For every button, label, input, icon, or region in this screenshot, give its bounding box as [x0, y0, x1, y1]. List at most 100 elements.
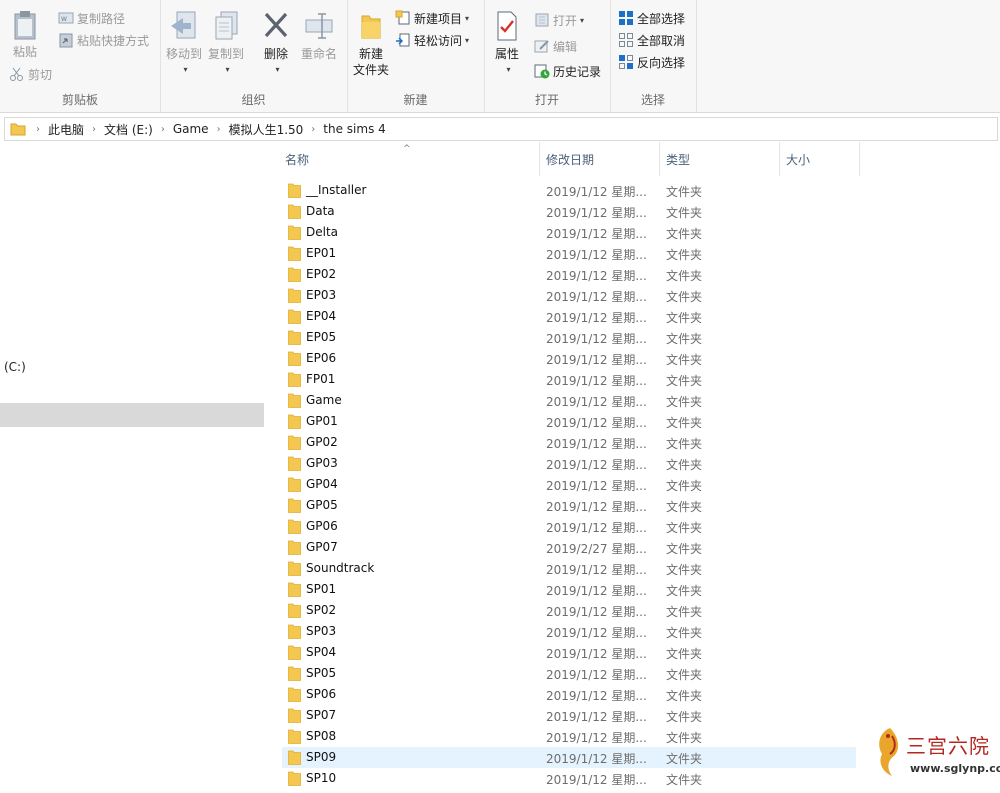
- open-button[interactable]: 打开 ▾: [534, 10, 584, 30]
- breadcrumb-this-pc[interactable]: 此电脑: [48, 121, 84, 138]
- move-to-icon: [171, 11, 196, 39]
- file-row[interactable]: SP08 2019/1/12 星期... 文件夹: [282, 726, 856, 747]
- paste-shortcut-button[interactable]: 粘贴快捷方式: [58, 30, 149, 50]
- file-row[interactable]: EP02 2019/1/12 星期... 文件夹: [282, 264, 856, 285]
- column-header-date[interactable]: 修改日期: [538, 142, 660, 176]
- file-row[interactable]: Delta 2019/1/12 星期... 文件夹: [282, 222, 856, 243]
- file-row[interactable]: SP06 2019/1/12 星期... 文件夹: [282, 684, 856, 705]
- file-name: SP03: [306, 624, 337, 638]
- history-label: 历史记录: [553, 64, 602, 79]
- file-row[interactable]: GP07 2019/2/27 星期... 文件夹: [282, 537, 856, 558]
- copy-path-icon: W: [58, 12, 74, 24]
- file-type: 文件夹: [666, 206, 703, 220]
- folder-icon: [288, 498, 301, 513]
- file-row[interactable]: GP01 2019/1/12 星期... 文件夹: [282, 411, 856, 432]
- nav-item-selected[interactable]: [0, 403, 264, 427]
- file-name: SP04: [306, 645, 337, 659]
- address-bar[interactable]: › 此电脑 › 文档 (E:) › Game › 模拟人生1.50 › the …: [4, 117, 998, 141]
- file-date: 2019/1/12 星期...: [546, 479, 647, 493]
- new-folder-label-2: 文件夹: [352, 63, 389, 77]
- cut-button[interactable]: 剪切: [9, 64, 52, 84]
- folder-icon: [288, 519, 301, 534]
- new-group-label: 新建: [403, 93, 428, 107]
- folder-icon: [288, 393, 301, 408]
- properties-button[interactable]: 属性 ▾: [490, 10, 524, 78]
- file-row[interactable]: SP09 2019/1/12 星期... 文件夹: [282, 747, 856, 768]
- breadcrumb-separator-icon: ›: [216, 123, 221, 135]
- folder-icon: [288, 561, 301, 576]
- file-row[interactable]: EP01 2019/1/12 星期... 文件夹: [282, 243, 856, 264]
- rename-button[interactable]: 重命名: [298, 10, 340, 62]
- file-row[interactable]: EP03 2019/1/12 星期... 文件夹: [282, 285, 856, 306]
- file-row[interactable]: SP03 2019/1/12 星期... 文件夹: [282, 621, 856, 642]
- copy-path-button[interactable]: W 复制路径: [58, 8, 125, 28]
- file-row[interactable]: EP05 2019/1/12 星期... 文件夹: [282, 327, 856, 348]
- select-all-button[interactable]: 全部选择: [618, 8, 685, 28]
- new-folder-button[interactable]: 新建 文件夹: [351, 10, 391, 78]
- breadcrumb-the-sims-4[interactable]: the sims 4: [323, 122, 385, 136]
- copy-to-button[interactable]: 复制到 ▾: [206, 10, 246, 78]
- file-row[interactable]: GP02 2019/1/12 星期... 文件夹: [282, 432, 856, 453]
- open-group-label: 打开: [534, 93, 559, 107]
- column-header-name[interactable]: 名称: [277, 142, 540, 176]
- select-none-icon: [619, 33, 633, 47]
- file-type: 文件夹: [666, 479, 703, 493]
- folder-icon: [288, 246, 301, 261]
- copy-to-label: 复制到: [207, 47, 244, 61]
- file-date: 2019/1/12 星期...: [546, 416, 647, 430]
- edit-button[interactable]: 编辑: [534, 36, 577, 56]
- new-item-button[interactable]: 新建项目 ▾: [395, 8, 469, 28]
- select-none-button[interactable]: 全部取消: [618, 30, 685, 50]
- file-date: 2019/1/12 星期...: [546, 689, 647, 703]
- folder-icon: [288, 771, 301, 786]
- delete-button[interactable]: 删除 ▾: [258, 10, 294, 78]
- easy-access-button[interactable]: 轻松访问 ▾: [395, 30, 469, 50]
- folder-icon: [288, 456, 301, 471]
- invert-selection-button[interactable]: 反向选择: [618, 52, 685, 72]
- file-row[interactable]: __Installer 2019/1/12 星期... 文件夹: [282, 180, 856, 201]
- file-type: 文件夹: [666, 395, 703, 409]
- file-row[interactable]: GP05 2019/1/12 星期... 文件夹: [282, 495, 856, 516]
- file-row[interactable]: Game 2019/1/12 星期... 文件夹: [282, 390, 856, 411]
- file-row[interactable]: GP04 2019/1/12 星期... 文件夹: [282, 474, 856, 495]
- breadcrumb-sims-150[interactable]: 模拟人生1.50: [229, 121, 304, 138]
- history-button[interactable]: 历史记录: [534, 61, 601, 81]
- folder-icon: [288, 267, 301, 282]
- file-row[interactable]: SP10 2019/1/12 星期... 文件夹: [282, 768, 856, 789]
- file-row[interactable]: FP01 2019/1/12 星期... 文件夹: [282, 369, 856, 390]
- file-date: 2019/1/12 星期...: [546, 500, 647, 514]
- file-type: 文件夹: [666, 185, 703, 199]
- file-row[interactable]: SP02 2019/1/12 星期... 文件夹: [282, 600, 856, 621]
- file-row[interactable]: SP07 2019/1/12 星期... 文件夹: [282, 705, 856, 726]
- invert-selection-label: 反向选择: [637, 55, 686, 70]
- breadcrumb-game[interactable]: Game: [173, 122, 209, 136]
- clipboard-icon: [14, 11, 36, 40]
- file-type: 文件夹: [666, 773, 703, 787]
- ribbon: 粘贴 W 复制路径 粘贴快捷方式 剪切 剪贴板 移动到 ▾ 复制到 ▾ 删除 ▾…: [0, 0, 1000, 113]
- file-name: GP01: [306, 414, 338, 428]
- file-type: 文件夹: [666, 626, 703, 640]
- file-row[interactable]: SP01 2019/1/12 星期... 文件夹: [282, 579, 856, 600]
- paste-shortcut-icon: [59, 33, 73, 48]
- file-row[interactable]: GP06 2019/1/12 星期... 文件夹: [282, 516, 856, 537]
- select-all-icon: [619, 11, 633, 25]
- copy-path-label: 复制路径: [77, 11, 126, 26]
- move-to-button[interactable]: 移动到 ▾: [164, 10, 204, 78]
- nav-item-drive-c[interactable]: (C:): [4, 360, 26, 374]
- file-name: EP04: [306, 309, 337, 323]
- file-row[interactable]: Soundtrack 2019/1/12 星期... 文件夹: [282, 558, 856, 579]
- folder-icon: [288, 435, 301, 450]
- breadcrumb-drive-e[interactable]: 文档 (E:): [104, 121, 153, 138]
- column-header-type[interactable]: 类型: [658, 142, 780, 176]
- column-header-size[interactable]: 大小: [778, 142, 860, 176]
- file-row[interactable]: GP03 2019/1/12 星期... 文件夹: [282, 453, 856, 474]
- file-row[interactable]: SP05 2019/1/12 星期... 文件夹: [282, 663, 856, 684]
- file-row[interactable]: Data 2019/1/12 星期... 文件夹: [282, 201, 856, 222]
- file-type: 文件夹: [666, 311, 703, 325]
- file-row[interactable]: SP04 2019/1/12 星期... 文件夹: [282, 642, 856, 663]
- paste-button[interactable]: 粘贴: [8, 10, 42, 60]
- file-type: 文件夹: [666, 542, 703, 556]
- file-row[interactable]: EP06 2019/1/12 星期... 文件夹: [282, 348, 856, 369]
- delete-x-icon: [264, 12, 288, 38]
- file-row[interactable]: EP04 2019/1/12 星期... 文件夹: [282, 306, 856, 327]
